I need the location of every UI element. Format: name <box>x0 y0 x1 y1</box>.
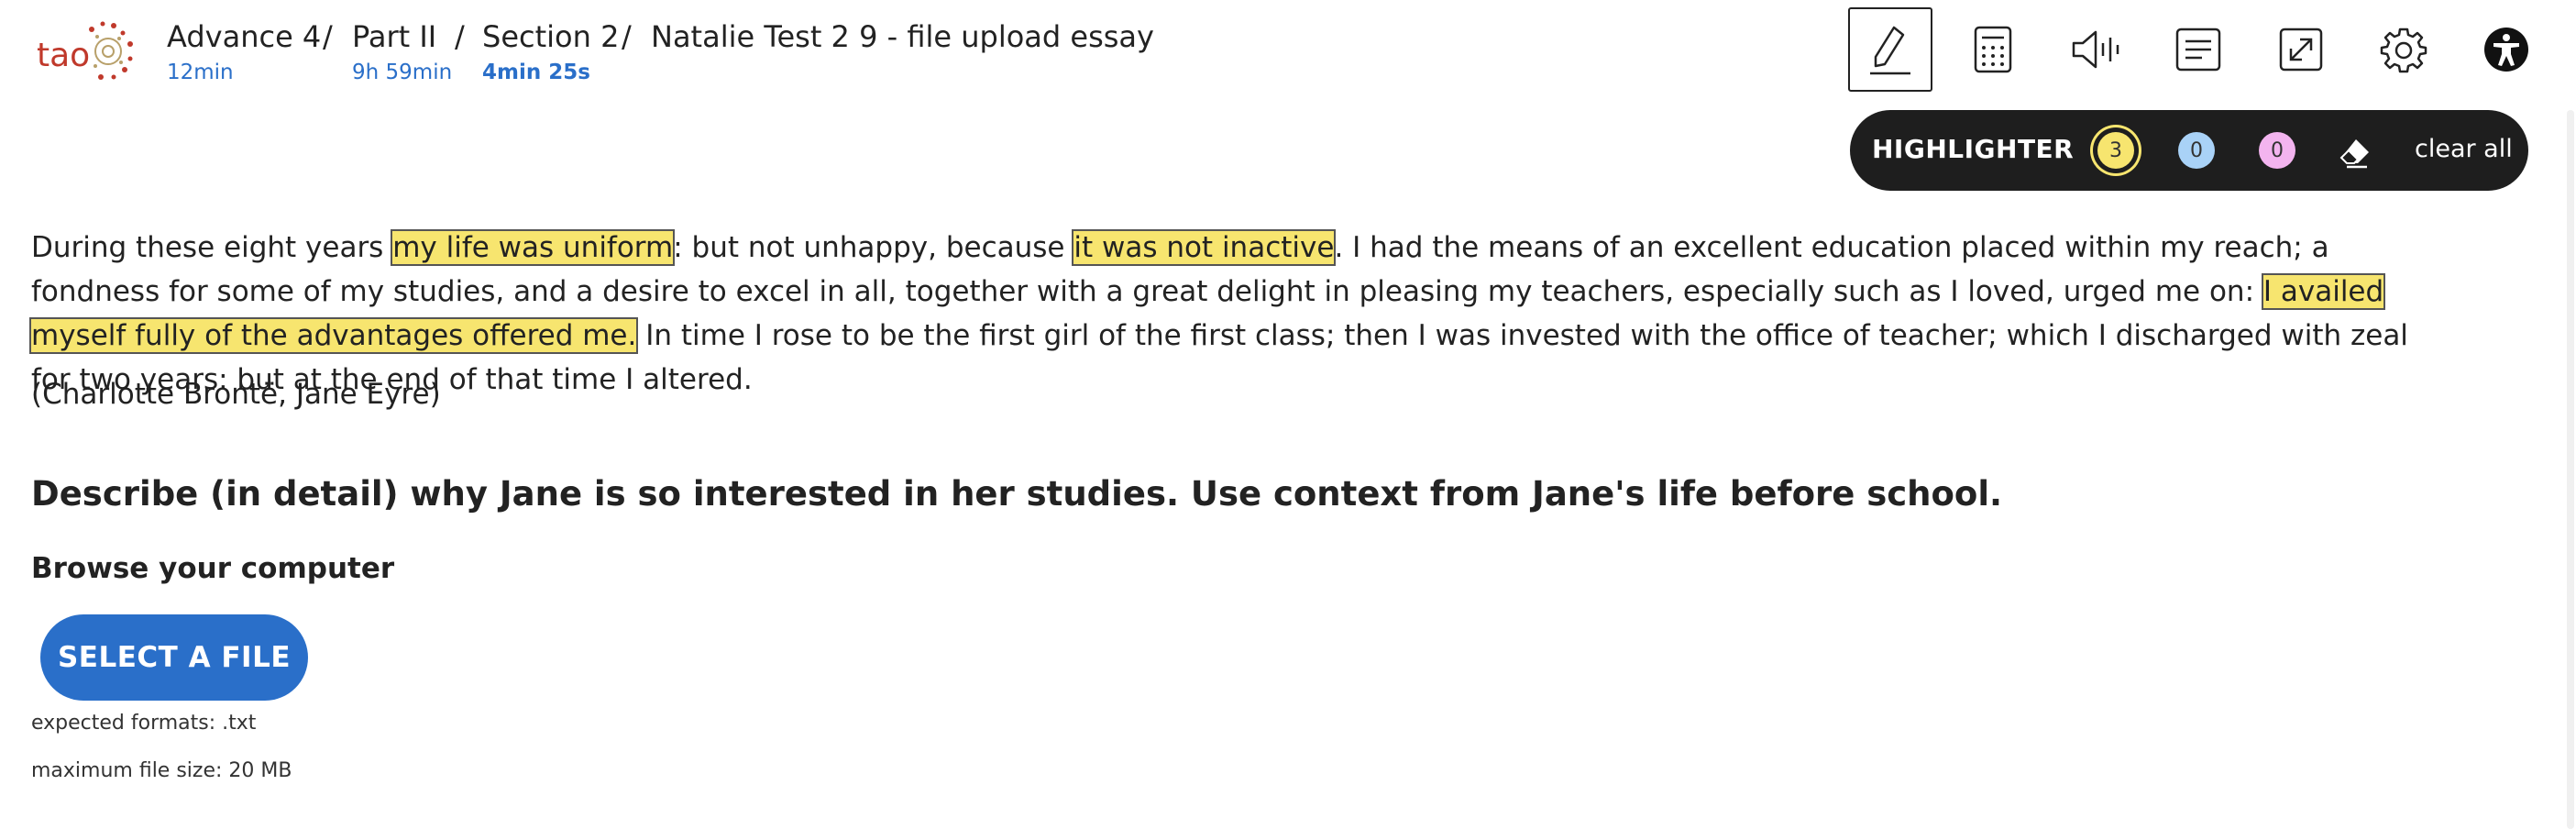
breadcrumb-item-title: Natalie Test 2 9 - file upload essay <box>651 19 1154 54</box>
highlight-pink-count[interactable]: 0 <box>2259 132 2295 169</box>
logo-text: tao <box>37 37 90 74</box>
passage-citation: (Charlotte Brontë, Jane Eyre) <box>31 378 441 411</box>
breadcrumb-separator: / <box>455 19 465 54</box>
fullscreen-button[interactable] <box>2259 7 2343 92</box>
breadcrumb-section-timer: 4min 25s <box>482 61 590 84</box>
breadcrumb-separator: / <box>622 19 632 54</box>
test-header: tao Advance 4 12min / Part II 9h 59min /… <box>0 0 2576 101</box>
breadcrumb-item: Natalie Test 2 9 - file upload essay <box>651 17 1154 57</box>
highlighted-text[interactable]: it was not inactive <box>1072 229 1337 266</box>
breadcrumb-part[interactable]: Part II 9h 59min <box>352 17 452 86</box>
breadcrumb-test-timer: 12min <box>167 61 234 84</box>
question-prompt: Describe (in detail) why Jane is so inte… <box>31 474 2003 514</box>
breadcrumb-section[interactable]: Section 2 4min 25s <box>482 17 619 86</box>
expected-formats: expected formats: .txt <box>31 712 257 735</box>
breadcrumb-test-title: Advance 4 <box>167 19 322 54</box>
highlighter-tool-button[interactable] <box>1848 7 1932 92</box>
highlighted-text[interactable]: my life was uniform <box>391 229 676 266</box>
passage-text: : but not unhappy, because <box>673 231 1074 264</box>
select-file-button[interactable]: SELECT A FILE <box>40 614 308 701</box>
breadcrumb-section-title: Section 2 <box>482 19 620 54</box>
highlighter-toolbar: HIGHLIGHTER 3 0 0 clear all <box>1850 110 2528 191</box>
highlighter-pen-icon <box>1870 26 1910 75</box>
text-to-speech-icon <box>2072 30 2119 69</box>
eraser-icon[interactable] <box>2336 134 2372 171</box>
accessibility-button[interactable] <box>2464 7 2548 92</box>
breadcrumb-part-timer: 9h 59min <box>352 61 453 84</box>
breadcrumb-separator: / <box>323 19 333 54</box>
settings-button[interactable] <box>2361 7 2446 92</box>
calculator-button[interactable] <box>1951 7 2035 92</box>
browse-label: Browse your computer <box>31 552 395 585</box>
highlight-blue-count[interactable]: 0 <box>2178 132 2215 169</box>
accessibility-icon <box>2484 28 2528 72</box>
line-reader-button[interactable] <box>2156 7 2240 92</box>
passage-text: During these eight years <box>31 231 393 264</box>
scrollbar[interactable] <box>2567 110 2574 829</box>
fullscreen-icon <box>2279 28 2323 72</box>
highlight-yellow-count[interactable]: 3 <box>2097 132 2134 169</box>
text-to-speech-button[interactable] <box>2053 7 2138 92</box>
max-file-size: maximum file size: 20 MB <box>31 759 292 782</box>
settings-gear-icon <box>2380 28 2427 73</box>
clear-all-button[interactable]: clear all <box>2415 135 2513 163</box>
highlighter-title: HIGHLIGHTER <box>1872 134 2075 164</box>
breadcrumb-part-title: Part II <box>352 19 437 54</box>
line-reader-icon <box>2175 28 2221 72</box>
calculator-icon <box>1974 26 2012 73</box>
breadcrumb-test[interactable]: Advance 4 12min <box>167 17 321 86</box>
tao-logo: tao <box>37 21 133 80</box>
